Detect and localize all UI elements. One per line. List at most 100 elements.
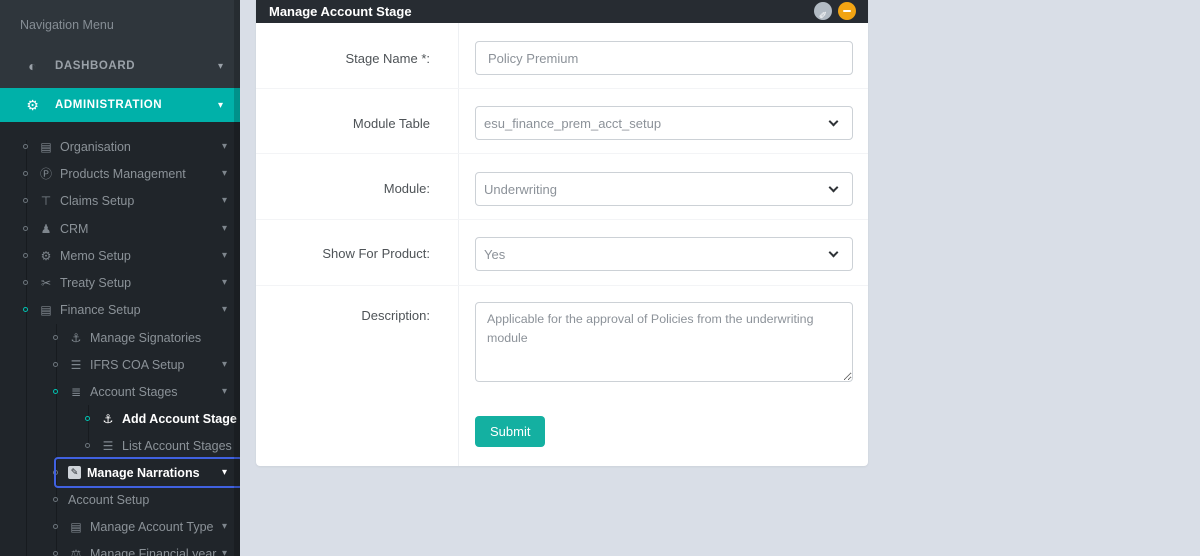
stage-name-field-wrap	[475, 41, 853, 75]
sidebar-item-label: Manage Narrations	[87, 466, 200, 480]
row-divider	[256, 285, 868, 286]
show-for-product-select[interactable]: Yes	[475, 237, 853, 271]
finance-icon: ▤	[38, 303, 54, 317]
sidebar-item-label: Products Management	[60, 167, 186, 181]
sidebar-item-label: Finance Setup	[60, 303, 141, 317]
description-field-wrap: Applicable for the approval of Policies …	[475, 302, 853, 387]
sidebar-item-organisation[interactable]: ▤ Organisation ▾	[0, 133, 240, 160]
sidebar-item-treaty-setup[interactable]: ✂ Treaty Setup ▾	[0, 269, 240, 296]
gear-icon: ⚙	[24, 97, 41, 114]
sidebar-item-memo-setup[interactable]: ⚙ Memo Setup ▾	[0, 242, 240, 269]
sidebar-item-ifrs-coa-setup[interactable]: ☰ IFRS COA Setup ▾	[0, 351, 240, 378]
row-divider	[256, 88, 868, 89]
pencil-square-icon: ✎	[68, 466, 81, 479]
chevron-down-icon: ▾	[222, 141, 227, 152]
bullet-icon	[85, 443, 90, 448]
bullet-icon	[23, 226, 28, 231]
sidebar-item-label: Manage Account Type	[90, 520, 213, 534]
sidebar-item-add-account-stage[interactable]: ⚓ Add Account Stage	[0, 405, 240, 432]
sidebar-item-label: Claims Setup	[60, 194, 134, 208]
module-label: Module:	[256, 181, 430, 196]
collapse-button[interactable]	[838, 2, 856, 20]
show-for-product-field-wrap: Yes	[475, 237, 853, 271]
organisation-icon: ▤	[38, 140, 54, 154]
database-icon: ☰	[68, 358, 84, 372]
gear-icon: ⚙	[38, 249, 54, 263]
bullet-icon	[53, 389, 58, 394]
row-divider	[256, 219, 868, 220]
sidebar-item-manage-financial-year[interactable]: ⚖ Manage Financial year ▾	[0, 540, 240, 556]
bullet-icon	[53, 335, 58, 340]
sidebar-item-list-account-stages[interactable]: ☰ List Account Stages	[0, 432, 240, 459]
edit-button[interactable]: ✎	[814, 2, 832, 20]
sidebar-item-manage-account-type[interactable]: ▤ Manage Account Type ▾	[0, 513, 240, 540]
sidebar-item-label: ADMINISTRATION	[55, 99, 162, 111]
bullet-icon	[85, 416, 90, 421]
sidebar-item-account-stages[interactable]: ≣ Account Stages ▾	[0, 378, 240, 405]
sidebar-title: Navigation Menu	[20, 18, 114, 32]
chevron-down-icon: ▾	[222, 521, 227, 532]
chevron-down-icon: ▾	[222, 359, 227, 370]
submit-button[interactable]: Submit	[475, 416, 545, 447]
bullet-icon	[23, 171, 28, 176]
sidebar-item-dashboard[interactable]: ◐ DASHBOARD ▾	[0, 44, 240, 88]
chevron-down-icon: ▾	[222, 168, 227, 179]
list-icon: ☰	[100, 439, 116, 453]
sidebar-item-crm[interactable]: ♟ CRM ▾	[0, 215, 240, 242]
scales-icon: ⚖	[68, 547, 84, 556]
bullet-icon	[23, 253, 28, 258]
chevron-down-icon: ▾	[222, 386, 227, 397]
chevron-down-icon: ▾	[222, 277, 227, 288]
sidebar-item-manage-narrations[interactable]: ✎ Manage Narrations ▾	[0, 459, 240, 486]
bullet-icon	[53, 362, 58, 367]
dashboard-icon: ◐	[24, 58, 41, 74]
sidebar-item-label: Account Setup	[68, 493, 149, 507]
module-table-select[interactable]: esu_finance_prem_acct_setup	[475, 106, 853, 140]
sidebar-item-label: CRM	[60, 222, 88, 236]
row-divider	[256, 153, 868, 154]
minus-icon	[843, 10, 851, 12]
sidebar-item-manage-signatories[interactable]: ⚓ Manage Signatories	[0, 324, 240, 351]
sidebar-item-claims-setup[interactable]: ⊤ Claims Setup ▾	[0, 187, 240, 214]
chevron-down-icon: ▾	[222, 548, 227, 556]
bullet-icon	[53, 497, 58, 502]
sidebar-item-label: DASHBOARD	[55, 60, 135, 72]
sidebar-item-label: List Account Stages	[122, 439, 232, 453]
pencil-icon: ✎	[819, 4, 827, 22]
module-field-wrap: Underwriting	[475, 172, 853, 206]
sidebar-item-finance-setup[interactable]: ▤ Finance Setup ▾	[0, 296, 240, 323]
form-column-divider	[458, 23, 459, 466]
chevron-down-icon: ▾	[222, 223, 227, 234]
bullet-icon	[53, 470, 58, 475]
module-table-label: Module Table	[256, 116, 430, 131]
sidebar-item-label: Treaty Setup	[60, 276, 131, 290]
show-for-product-label: Show For Product:	[256, 246, 430, 261]
module-select[interactable]: Underwriting	[475, 172, 853, 206]
sidebar-item-label: Manage Signatories	[90, 331, 201, 345]
sidebar-item-administration[interactable]: ⚙ ADMINISTRATION ▾	[0, 88, 240, 122]
sidebar-item-account-setup[interactable]: Account Setup	[0, 486, 240, 513]
bullet-icon	[23, 280, 28, 285]
bullet-icon	[23, 198, 28, 203]
claims-icon: ⊤	[38, 194, 54, 208]
sidebar-scrollbar[interactable]	[234, 0, 240, 556]
sidebar-item-label: Account Stages	[90, 385, 178, 399]
chevron-down-icon: ▾	[218, 61, 223, 72]
sidebar-item-label: Organisation	[60, 140, 131, 154]
stage-name-input[interactable]	[475, 41, 853, 75]
bullet-icon	[23, 144, 28, 149]
panel-title: Manage Account Stage	[269, 0, 412, 23]
sidebar: Navigation Menu ◐ DASHBOARD ▾ ⚙ ADMINIST…	[0, 0, 240, 556]
chevron-down-icon: ▾	[222, 304, 227, 315]
bullet-icon	[23, 307, 28, 312]
sidebar-item-products-management[interactable]: Ⓟ Products Management ▾	[0, 160, 240, 187]
crm-user-icon: ♟	[38, 222, 54, 236]
manage-account-stage-panel: Manage Account Stage ✎ Stage Name *: Mod…	[256, 0, 868, 466]
chevron-down-icon: ▾	[222, 250, 227, 261]
description-textarea[interactable]: Applicable for the approval of Policies …	[475, 302, 853, 382]
bank-icon: ▤	[68, 520, 84, 534]
anchor-icon: ⚓	[68, 331, 84, 345]
stage-name-label: Stage Name *:	[256, 51, 430, 66]
module-table-field-wrap: esu_finance_prem_acct_setup	[475, 106, 853, 140]
sidebar-item-label: Memo Setup	[60, 249, 131, 263]
